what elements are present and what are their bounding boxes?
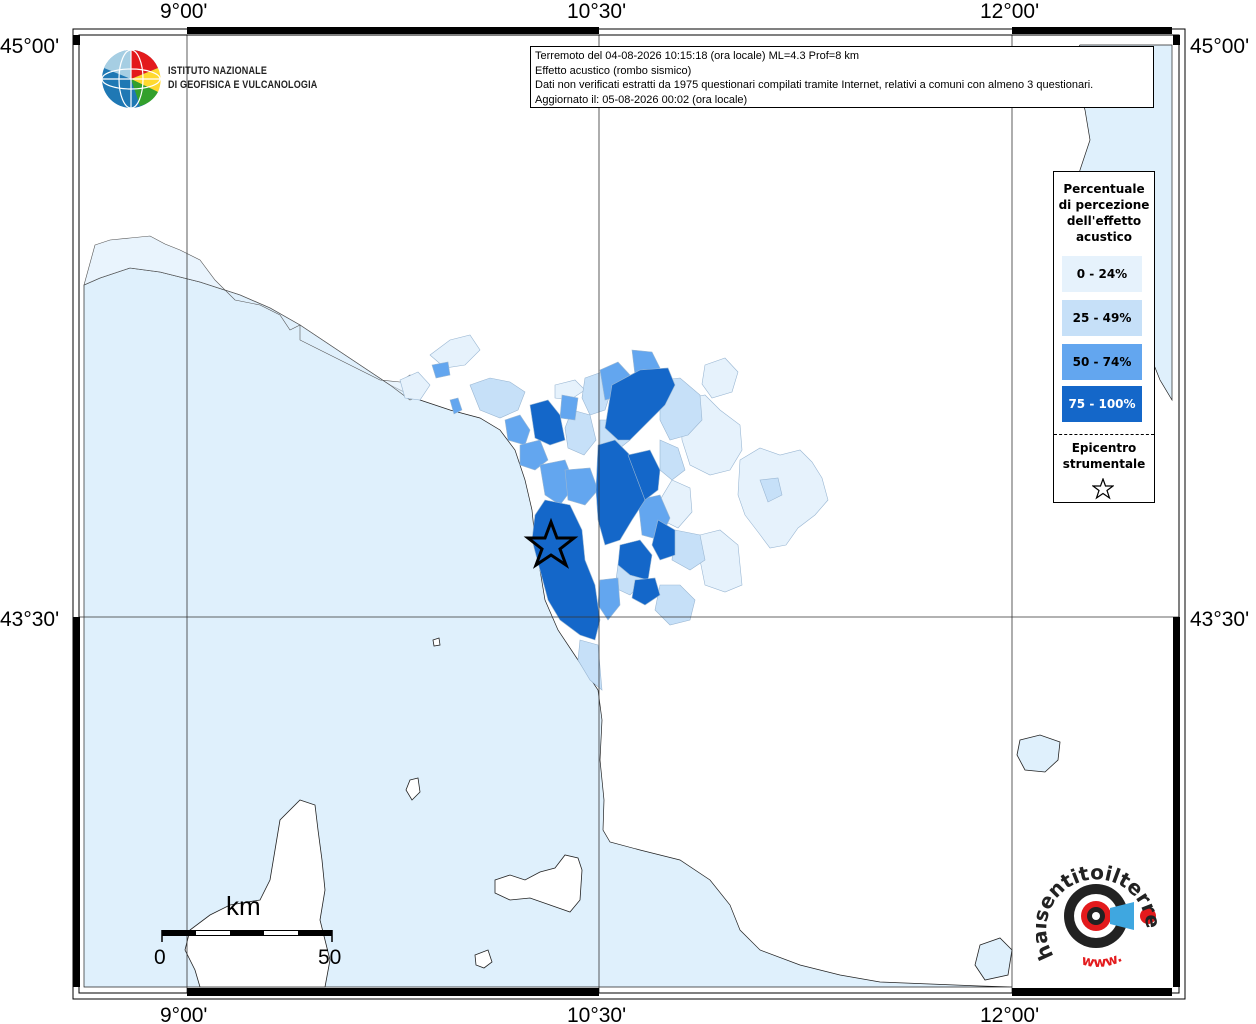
left-lat-label-2: 43°30' xyxy=(0,608,59,631)
data-source: Dati non verificati estratti da 1975 que… xyxy=(535,79,1094,91)
haisentito-logo: haisentitoilterremoto.it www. xyxy=(1026,845,1166,976)
legend-epicenter-line: strumentale xyxy=(1062,457,1146,471)
legend-epicenter-label: Epicentro strumentale xyxy=(1054,440,1154,472)
legend-title-line: dell'effetto xyxy=(1066,214,1142,228)
update-time: Aggiornato il: 05-08-2026 00:02 (ora loc… xyxy=(535,93,748,106)
scale-start: 0 xyxy=(154,946,166,969)
scale-end: 50 xyxy=(318,946,341,969)
ingv-name: ISTITUTO NAZIONALE DI GEOFISICA E VULCAN… xyxy=(168,64,317,92)
haisentito-badge-icon: haisentitoilterremoto.it www. xyxy=(1026,845,1166,972)
globe-icon xyxy=(101,49,161,109)
svg-text:www.: www. xyxy=(1080,950,1125,972)
legend-epicenter-line: Epicentro xyxy=(1071,441,1137,455)
left-lat-label-1: 45°00' xyxy=(0,35,59,58)
ingv-name-line1: ISTITUTO NAZIONALE xyxy=(168,65,268,77)
haisentito-badge-url: www. xyxy=(1080,950,1125,972)
event-info-box: Terremoto del 04-08-2026 10:15:18 (ora l… xyxy=(530,46,1154,108)
ingv-name-line2: DI GEOFISICA E VULCANOLOGIA xyxy=(168,79,318,91)
legend-title-line: di percezione xyxy=(1058,198,1150,212)
top-lon-label-2: 10°30' xyxy=(567,0,626,23)
top-lon-label-3: 12°00' xyxy=(980,0,1039,23)
legend-class-0-24: 0 - 24% xyxy=(1062,256,1142,292)
effect-type: Effetto acustico (rombo sismico) xyxy=(535,64,692,77)
right-lat-label-2: 43°30' xyxy=(1190,608,1249,631)
star-icon xyxy=(1092,478,1114,500)
adriatic-island-2 xyxy=(974,937,1013,981)
bottom-lon-label-1: 9°00' xyxy=(160,1004,207,1024)
legend-class-75-100: 75 - 100% xyxy=(1062,386,1142,422)
legend-class-50-74: 50 - 74% xyxy=(1062,344,1142,380)
scale-unit: km xyxy=(226,891,261,921)
legend: Percentuale di percezione dell'effetto a… xyxy=(1053,171,1155,503)
legend-divider xyxy=(1054,434,1154,435)
event-title: Terremoto del 04-08-2026 10:15:18 (ora l… xyxy=(535,50,860,62)
top-lon-label-1: 9°00' xyxy=(160,0,207,23)
ingv-logo: ISTITUTO NAZIONALE DI GEOFISICA E VULCAN… xyxy=(100,48,340,110)
legend-class-25-49: 25 - 49% xyxy=(1062,300,1142,336)
right-lat-label-1: 45°00' xyxy=(1190,35,1249,58)
legend-title: Percentuale di percezione dell'effetto a… xyxy=(1054,181,1154,245)
bottom-lon-label-3: 12°00' xyxy=(980,1004,1039,1024)
bottom-lon-label-2: 10°30' xyxy=(567,1004,626,1024)
adriatic-island-1 xyxy=(1016,734,1061,773)
legend-title-line: acustico xyxy=(1075,230,1133,244)
legend-title-line: Percentuale xyxy=(1063,182,1145,196)
